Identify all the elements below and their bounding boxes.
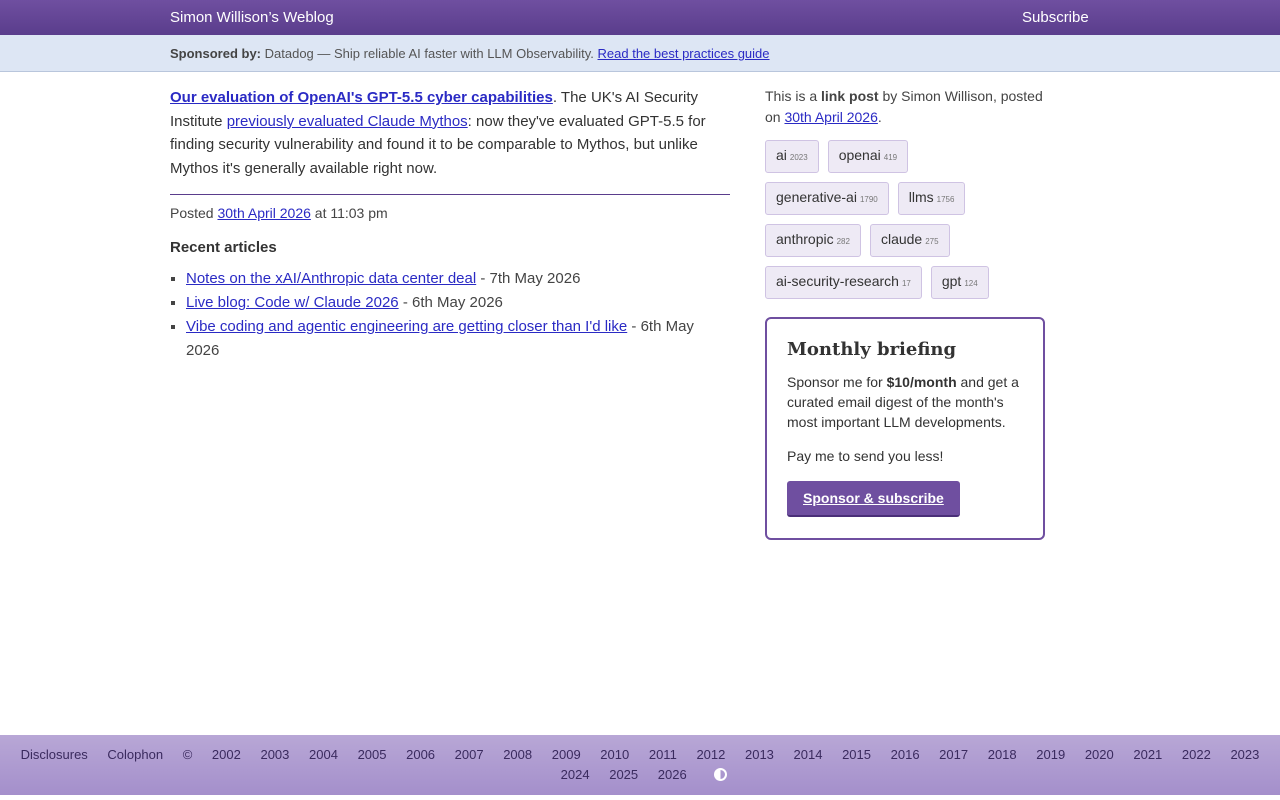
- recent-article-link[interactable]: Live blog: Code w/ Claude 2026: [186, 294, 399, 311]
- footer: Disclosures Colophon © 2002 2003 2004 20…: [0, 735, 1280, 795]
- year-link[interactable]: 2004: [309, 747, 338, 762]
- year-link[interactable]: 2021: [1133, 747, 1162, 762]
- copyright-symbol: ©: [182, 747, 193, 762]
- meta-text-a: This is a: [765, 88, 822, 104]
- year-link[interactable]: 2016: [891, 747, 920, 762]
- year-link[interactable]: 2022: [1182, 747, 1211, 762]
- year-link[interactable]: 2006: [406, 747, 435, 762]
- posted-line: Posted 30th April 2026 at 11:03 pm: [170, 205, 730, 221]
- posted-time: at 11:03 pm: [310, 205, 388, 221]
- tag-name: generative-ai: [776, 189, 857, 205]
- year-link[interactable]: 2005: [358, 747, 387, 762]
- recent-article-date: - 6th May 2026: [398, 294, 503, 311]
- year-link[interactable]: 2014: [794, 747, 823, 762]
- posted-date-link[interactable]: 30th April 2026: [217, 205, 310, 221]
- year-link[interactable]: 2008: [503, 747, 532, 762]
- tag-ai-security-research[interactable]: ai-security-research 17: [765, 266, 922, 299]
- list-item: Live blog: Code w/ Claude 2026 - 6th May…: [186, 291, 730, 315]
- briefing-title: Monthly briefing: [787, 339, 957, 360]
- year-link[interactable]: 2020: [1085, 747, 1114, 762]
- tag-ai[interactable]: ai 2023: [765, 140, 819, 173]
- year-link[interactable]: 2009: [552, 747, 581, 762]
- sponsor-guide-link[interactable]: Read the best practices guide: [598, 46, 770, 61]
- tag-count: 1756: [936, 195, 955, 204]
- site-title-link[interactable]: Simon Willison’s Weblog: [170, 9, 334, 26]
- briefing-body-a: Sponsor me for: [787, 374, 887, 390]
- sponsor-banner: Sponsored by: Datadog — Ship reliable AI…: [0, 35, 1280, 72]
- year-link[interactable]: 2023: [1230, 747, 1259, 762]
- tag-name: ai-security-research: [776, 273, 899, 289]
- meta-end: .: [877, 109, 882, 125]
- tag-openai[interactable]: openai 419: [827, 140, 909, 173]
- year-link[interactable]: 2012: [696, 747, 725, 762]
- tag-count: 282: [836, 237, 850, 246]
- subscribe-link[interactable]: Subscribe: [1022, 9, 1089, 26]
- tag-generative-ai[interactable]: generative-ai 1790: [765, 182, 889, 215]
- tag-count: 2023: [789, 153, 808, 162]
- recent-articles-heading: Recent articles: [170, 239, 277, 256]
- year-link[interactable]: 2003: [260, 747, 289, 762]
- meta-date-link[interactable]: 30th April 2026: [784, 109, 877, 125]
- year-link[interactable]: 2010: [600, 747, 629, 762]
- posted-prefix: Posted: [170, 205, 218, 221]
- year-link[interactable]: 2026: [658, 767, 687, 782]
- entry-title-link[interactable]: Our evaluation of OpenAI's GPT-5.5 cyber…: [170, 89, 553, 106]
- monthly-briefing-card: Monthly briefing Sponsor me for $10/mont…: [765, 317, 1045, 540]
- tag-count: 17: [901, 279, 911, 288]
- list-item: Vibe coding and agentic engineering are …: [186, 315, 730, 363]
- footer-row: Disclosures Colophon © 2002 2003 2004 20…: [0, 747, 1280, 762]
- sponsor-label: Sponsored by:: [170, 46, 262, 61]
- colophon-link[interactable]: Colophon: [107, 747, 163, 762]
- entry-divider: [170, 194, 730, 195]
- tag-count: 124: [964, 279, 978, 288]
- claude-mythos-link[interactable]: previously evaluated Claude Mythos: [227, 113, 468, 130]
- sidebar: This is a link post by Simon Willison, p…: [765, 86, 1045, 308]
- tag-name: claude: [880, 231, 923, 247]
- year-link[interactable]: 2015: [842, 747, 871, 762]
- recent-article-link[interactable]: Vibe coding and agentic engineering are …: [186, 318, 627, 335]
- tag-anthropic[interactable]: anthropic 282: [765, 224, 861, 257]
- entry-body: Our evaluation of OpenAI's GPT-5.5 cyber…: [170, 86, 730, 180]
- year-link[interactable]: 2024: [561, 767, 590, 782]
- footer-row: 2024 2025 2026: [0, 767, 1280, 782]
- tag-name: gpt: [941, 273, 962, 289]
- year-link[interactable]: 2002: [212, 747, 241, 762]
- sponsor-line: Sponsored by: Datadog — Ship reliable AI…: [170, 46, 770, 61]
- year-link[interactable]: 2013: [745, 747, 774, 762]
- briefing-price: $10/month: [886, 374, 957, 390]
- link-post-meta: This is a link post by Simon Willison, p…: [765, 86, 1045, 128]
- tag-count: 419: [883, 153, 898, 162]
- tag-count: 275: [925, 237, 939, 246]
- top-bar: Simon Willison’s Weblog Subscribe: [0, 0, 1280, 35]
- tag-name: openai: [838, 147, 881, 163]
- recent-article-date: - 7th May 2026: [476, 270, 581, 287]
- tag-gpt[interactable]: gpt 124: [930, 266, 989, 299]
- tag-claude[interactable]: claude 275: [869, 224, 950, 257]
- contrast-toggle-icon[interactable]: [714, 768, 728, 781]
- main-content: Our evaluation of OpenAI's GPT-5.5 cyber…: [170, 86, 730, 363]
- recent-article-link[interactable]: Notes on the xAI/Anthropic data center d…: [186, 270, 476, 287]
- tag-name: anthropic: [776, 231, 834, 247]
- sponsor-text: Datadog — Ship reliable AI faster with L…: [264, 46, 594, 61]
- meta-link-post: link post: [821, 88, 879, 104]
- briefing-body: Sponsor me for $10/month and get a curat…: [787, 372, 1023, 432]
- briefing-pay-text: Pay me to send you less!: [787, 448, 944, 464]
- year-link[interactable]: 2018: [988, 747, 1017, 762]
- year-link[interactable]: 2007: [455, 747, 484, 762]
- tag-name: ai: [776, 147, 787, 163]
- sponsor-subscribe-button[interactable]: Sponsor & subscribe: [787, 481, 960, 517]
- year-link[interactable]: 2017: [939, 747, 968, 762]
- recent-articles-list: Notes on the xAI/Anthropic data center d…: [170, 267, 730, 363]
- tag-llms[interactable]: llms 1756: [897, 182, 966, 215]
- tag-list: ai 2023 openai 419 generative-ai 1790 llms 1…: [765, 140, 1025, 308]
- tag-name: llms: [908, 189, 934, 205]
- year-link[interactable]: 2025: [609, 767, 638, 782]
- year-link[interactable]: 2019: [1036, 747, 1065, 762]
- year-link[interactable]: 2011: [649, 747, 677, 762]
- list-item: Notes on the xAI/Anthropic data center d…: [186, 267, 730, 291]
- disclosures-link[interactable]: Disclosures: [21, 747, 88, 762]
- tag-count: 1790: [859, 195, 878, 204]
